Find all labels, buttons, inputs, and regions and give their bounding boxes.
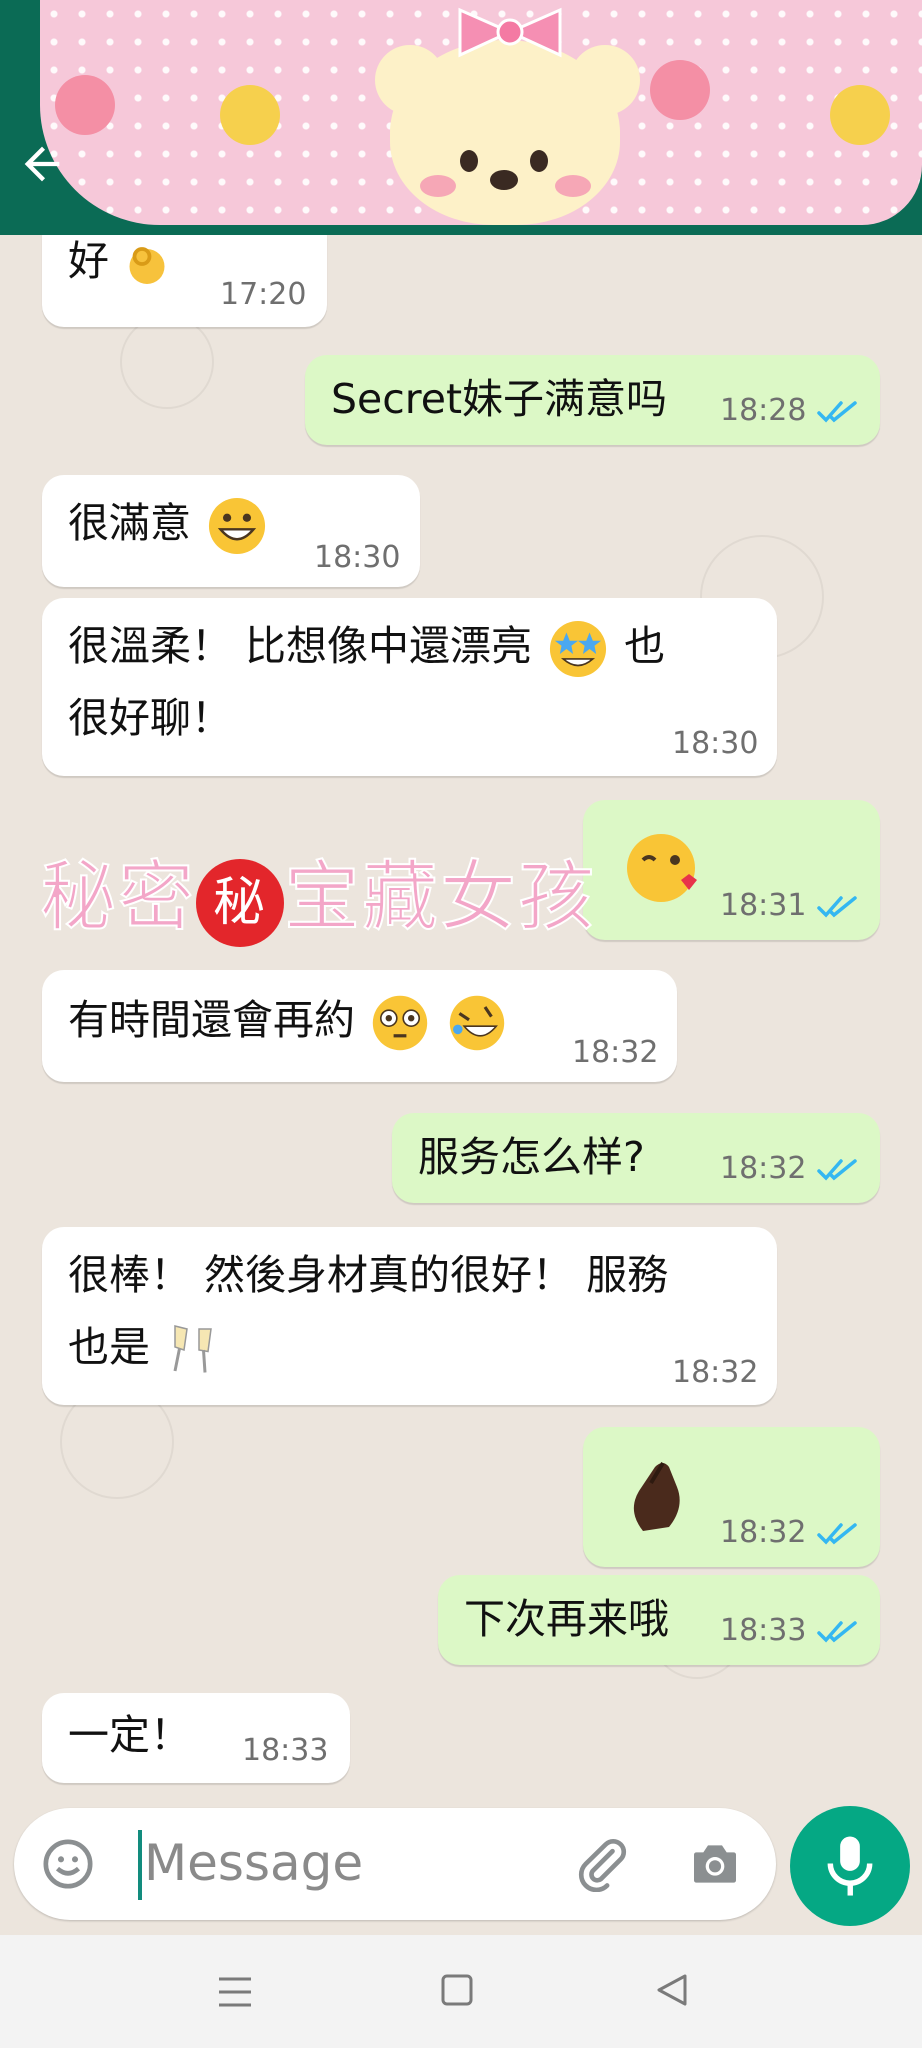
message-incoming[interactable]: 很棒！ 然後身材真的很好！ 服務 也是 18:32 — [42, 1227, 777, 1405]
read-receipt-icon — [817, 896, 857, 918]
message-text-line2: 也是 — [68, 1323, 150, 1371]
message-time: 18:30 — [314, 540, 401, 575]
watermark-text: 宝藏女孩 — [283, 851, 596, 942]
message-list[interactable]: 好 17:20 Secret妹子满意吗 18:28 很滿意 18:30 很溫柔！… — [0, 235, 922, 1805]
message-outgoing[interactable]: 18:32 — [583, 1427, 880, 1567]
finger-heart-icon — [633, 1461, 680, 1531]
message-text-line2: 很好聊！ — [68, 694, 232, 742]
microphone-icon — [827, 1836, 873, 1896]
read-receipt-icon — [817, 1523, 857, 1545]
message-incoming[interactable]: 一定！ 18:33 — [42, 1693, 350, 1783]
wallpaper-doodle — [120, 315, 214, 409]
secret-badge-icon: 秘 — [196, 859, 284, 947]
message-text: 一定！ — [68, 1711, 191, 1759]
camera-icon[interactable] — [686, 1836, 744, 1892]
message-time: 18:32 — [672, 1355, 759, 1390]
flower-decoration — [830, 85, 890, 145]
message-text: 好 — [68, 237, 109, 285]
flower-decoration — [55, 75, 115, 135]
message-time: 18:30 — [672, 726, 759, 761]
smiley-icon[interactable] — [40, 1836, 96, 1892]
bear-face — [390, 40, 620, 225]
watermark-overlay: 秘密秘宝藏女孩 — [39, 835, 596, 947]
watermark-text: 秘密 — [39, 851, 196, 942]
flower-decoration — [650, 60, 710, 120]
rolling-laughing-icon — [449, 995, 505, 1051]
message-composer[interactable]: Message — [14, 1808, 776, 1920]
bow-icon — [458, 7, 562, 58]
message-time: 18:33 — [242, 1733, 329, 1768]
message-text: 很滿意 — [68, 499, 191, 547]
message-outgoing[interactable]: 18:31 — [583, 800, 880, 940]
read-receipt-icon — [817, 1159, 857, 1181]
menu-icon[interactable] — [215, 1975, 255, 2009]
face-blowing-kiss-icon — [627, 834, 697, 902]
message-time: 18:33 — [720, 1613, 807, 1648]
message-text: 服务怎么样? — [418, 1133, 645, 1181]
paperclip-icon[interactable] — [574, 1836, 630, 1892]
grinning-face-icon — [208, 497, 266, 555]
message-text: 有時間還會再約 — [68, 996, 355, 1044]
chat-header — [0, 0, 922, 235]
message-outgoing[interactable]: Secret妹子满意吗 18:28 — [305, 355, 880, 445]
text-caret — [138, 1830, 142, 1900]
message-outgoing[interactable]: 服务怎么样? 18:32 — [392, 1113, 880, 1203]
mic-button[interactable] — [790, 1806, 910, 1926]
triangle-back-icon[interactable] — [655, 1973, 689, 2007]
header-banner-image — [40, 0, 922, 225]
flushed-face-icon — [372, 995, 428, 1051]
message-incoming[interactable]: 有時間還會再約 18:32 — [42, 970, 677, 1082]
message-text-line1: 很棒！ 然後身材真的很好！ 服務 — [68, 1251, 669, 1299]
message-incoming[interactable]: 好 17:20 — [42, 235, 327, 327]
message-time: 17:20 — [220, 277, 307, 312]
ok-hand-icon — [129, 247, 165, 284]
system-nav-bar — [0, 1935, 922, 2048]
message-incoming[interactable]: 很滿意 18:30 — [42, 475, 420, 587]
message-time: 18:31 — [720, 888, 807, 923]
message-text-line1b: 也 — [624, 622, 666, 670]
message-outgoing[interactable]: 下次再来哦 18:33 — [438, 1575, 880, 1665]
message-time: 18:32 — [720, 1515, 807, 1550]
square-home-icon[interactable] — [440, 1973, 474, 2007]
arrow-left-icon[interactable] — [16, 138, 68, 190]
message-time: 18:32 — [720, 1151, 807, 1186]
clinking-glasses-icon — [173, 1325, 212, 1373]
message-incoming[interactable]: 很溫柔！ 比想像中還漂亮 也 很好聊！ 18:30 — [42, 598, 777, 776]
message-text-line1: 很溫柔！ 比想像中還漂亮 — [68, 622, 533, 670]
message-time: 18:32 — [572, 1035, 659, 1070]
flower-decoration — [220, 85, 280, 145]
read-receipt-icon — [817, 401, 857, 423]
star-struck-icon — [550, 620, 607, 678]
message-time: 18:28 — [720, 393, 807, 428]
read-receipt-icon — [817, 1621, 857, 1643]
message-input[interactable]: Message — [144, 1834, 363, 1892]
message-text: Secret妹子满意吗 — [331, 375, 668, 423]
message-text: 下次再来哦 — [464, 1595, 669, 1643]
